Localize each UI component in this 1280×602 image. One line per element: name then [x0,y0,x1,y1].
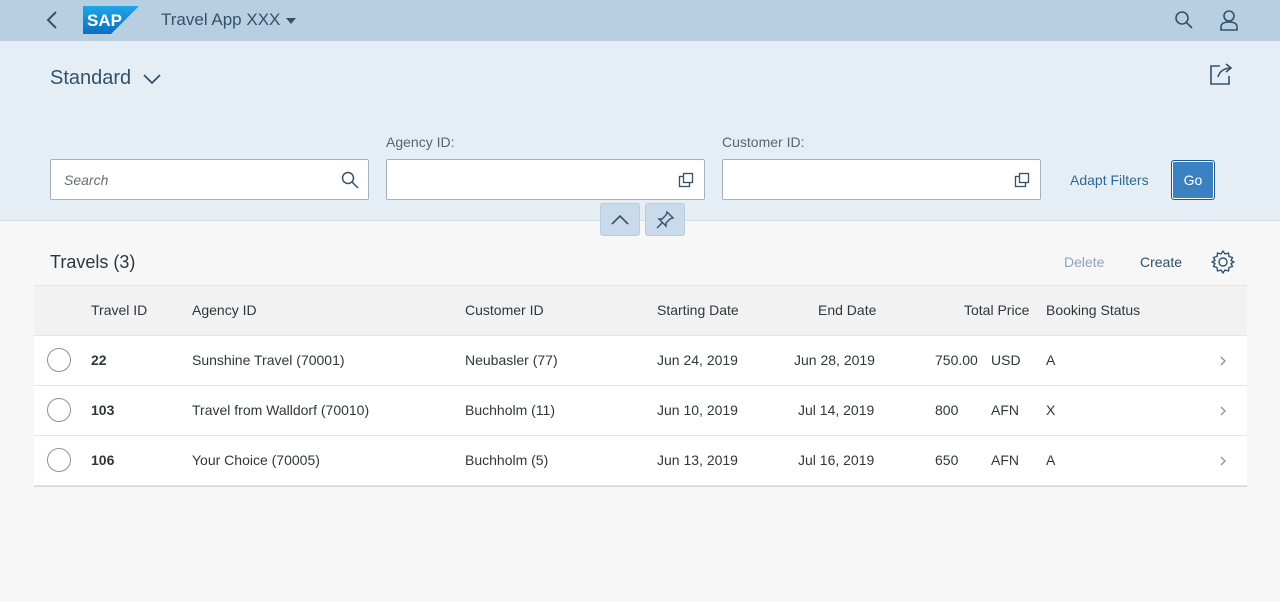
starting-date-cell: Jun 10, 2019 [657,402,738,418]
customer-id-field[interactable] [722,159,1041,200]
go-button[interactable]: Go [1171,160,1215,200]
column-header-end-date[interactable]: End Date [818,302,876,318]
travel-id-cell: 103 [91,402,115,418]
collapse-header-button[interactable] [600,203,640,236]
currency-cell: AFN [991,402,1019,418]
search-input[interactable]: Search [50,159,369,200]
agency-id-cell: Travel from Walldorf (70010) [192,402,370,418]
total-price-cell: 800 [935,402,959,418]
value-help-icon[interactable] [1012,170,1032,190]
travel-id-cell: 106 [91,452,115,468]
chevron-down-icon [143,73,161,84]
app-title-menu[interactable]: Travel App XXX [161,10,297,30]
total-price-cell: 750.00 [935,352,978,368]
delete-button[interactable]: Delete [1064,254,1104,270]
filter-header: Standard Search Agency ID: Customer ID: … [0,41,1280,221]
travel-id-cell: 22 [91,352,107,368]
user-icon [1220,10,1238,31]
sap-logo: SAP [83,6,139,34]
row-select-radio[interactable] [47,398,71,422]
starting-date-cell: Jun 24, 2019 [657,352,738,368]
chevron-right-icon [1220,406,1226,416]
customer-id-cell: Neubasler (77) [465,352,558,368]
pin-header-button[interactable] [645,203,685,236]
end-date-cell: Jul 14, 2019 [798,402,875,418]
variant-selector[interactable]: Standard [50,67,161,90]
search-icon[interactable] [340,170,360,190]
customer-id-cell: Buchholm (11) [465,402,556,418]
column-header-total-price[interactable]: Total Price [964,302,1029,318]
end-date-cell: Jun 28, 2019 [794,352,875,368]
share-icon [1210,63,1233,85]
row-select-radio[interactable] [47,448,71,472]
table-row[interactable]: 22 Sunshine Travel (70001) Neubasler (77… [34,336,1247,386]
customer-id-label: Customer ID: [722,134,805,150]
table-title: Travels (3) [50,252,136,272]
agency-id-cell: Your Choice (70005) [192,452,320,468]
end-date-cell: Jul 16, 2019 [798,452,875,468]
agency-id-field[interactable] [386,159,705,200]
starting-date-cell: Jun 13, 2019 [657,452,738,468]
app-title: Travel App XXX [161,10,281,29]
table-row[interactable]: 106 Your Choice (70005) Buchholm (5) Jun… [34,436,1247,486]
column-header-starting-date[interactable]: Starting Date [657,302,739,318]
back-button[interactable] [38,8,66,32]
table-bottom-divider [34,486,1247,487]
column-header-travel-id[interactable]: Travel ID [91,302,147,318]
caret-down-icon [286,18,297,24]
user-button[interactable] [1216,8,1242,32]
customer-id-cell: Buchholm (5) [465,452,549,468]
search-button[interactable] [1171,8,1197,32]
travels-table: Travels (3) Delete Create Travel ID Agen… [34,237,1247,487]
column-header-row: Travel ID Agency ID Customer ID Starting… [34,286,1247,336]
svg-text:SAP: SAP [87,11,122,30]
agency-id-cell: Sunshine Travel (70001) [192,352,345,368]
booking-status-cell: A [1046,352,1056,368]
pin-icon [656,210,675,228]
total-price-cell: 650 [935,452,959,468]
chevron-right-icon [1220,356,1226,366]
search-placeholder: Search [64,172,109,188]
booking-status-cell: A [1046,452,1056,468]
booking-status-cell: X [1046,402,1056,418]
row-select-radio[interactable] [47,348,71,372]
chevron-up-icon [611,214,629,225]
share-button[interactable] [1208,61,1238,89]
agency-id-label: Agency ID: [386,134,455,150]
table-toolbar: Travels (3) Delete Create [34,237,1247,286]
adapt-filters-button[interactable]: Adapt Filters [1070,172,1149,188]
chevron-left-icon [46,11,57,29]
shell-bar: SAP Travel App XXX [0,0,1280,41]
table-row[interactable]: 103 Travel from Walldorf (70010) Buchhol… [34,386,1247,436]
column-header-customer-id[interactable]: Customer ID [465,302,544,318]
chevron-right-icon [1220,456,1226,466]
create-button[interactable]: Create [1140,254,1182,270]
search-icon [1175,11,1193,29]
gear-icon [1211,250,1235,274]
settings-button[interactable] [1210,249,1236,275]
value-help-icon[interactable] [676,170,696,190]
currency-cell: AFN [991,452,1019,468]
column-header-booking-status[interactable]: Booking Status [1046,302,1140,318]
currency-cell: USD [991,352,1021,368]
column-header-agency-id[interactable]: Agency ID [192,302,257,318]
variant-name: Standard [50,67,132,89]
